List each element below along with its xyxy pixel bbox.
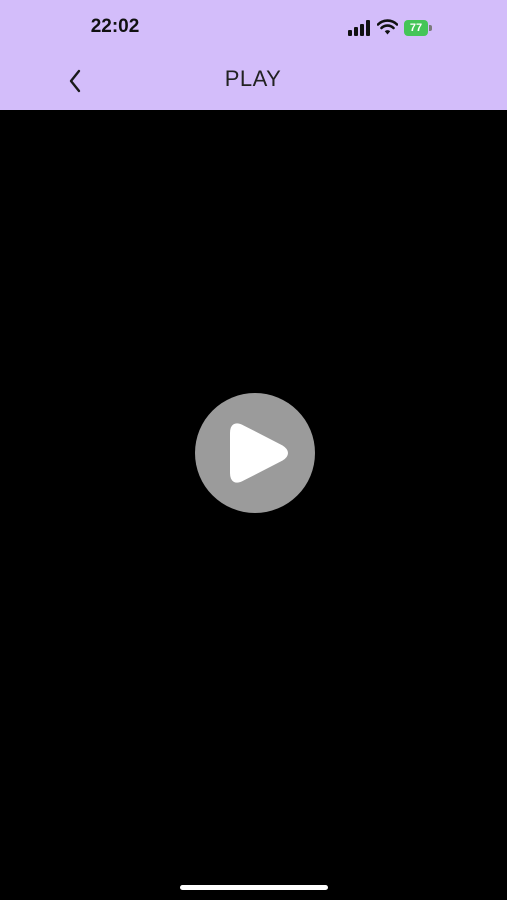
chevron-left-icon [69, 69, 81, 93]
battery-indicator: 77 [404, 20, 433, 36]
back-button[interactable] [58, 62, 94, 100]
cellular-signal-icon [348, 20, 372, 36]
play-icon [230, 423, 288, 483]
home-indicator[interactable] [180, 885, 328, 890]
play-screen: 22:02 77 PLAY [0, 0, 507, 900]
top-bar: 22:02 77 PLAY [0, 0, 507, 110]
battery-cap [429, 25, 432, 31]
battery-level: 77 [409, 22, 423, 34]
wifi-icon [376, 18, 399, 36]
page-title: PLAY [224, 66, 282, 91]
status-time: 22:02 [90, 16, 140, 37]
play-button[interactable] [195, 393, 315, 513]
